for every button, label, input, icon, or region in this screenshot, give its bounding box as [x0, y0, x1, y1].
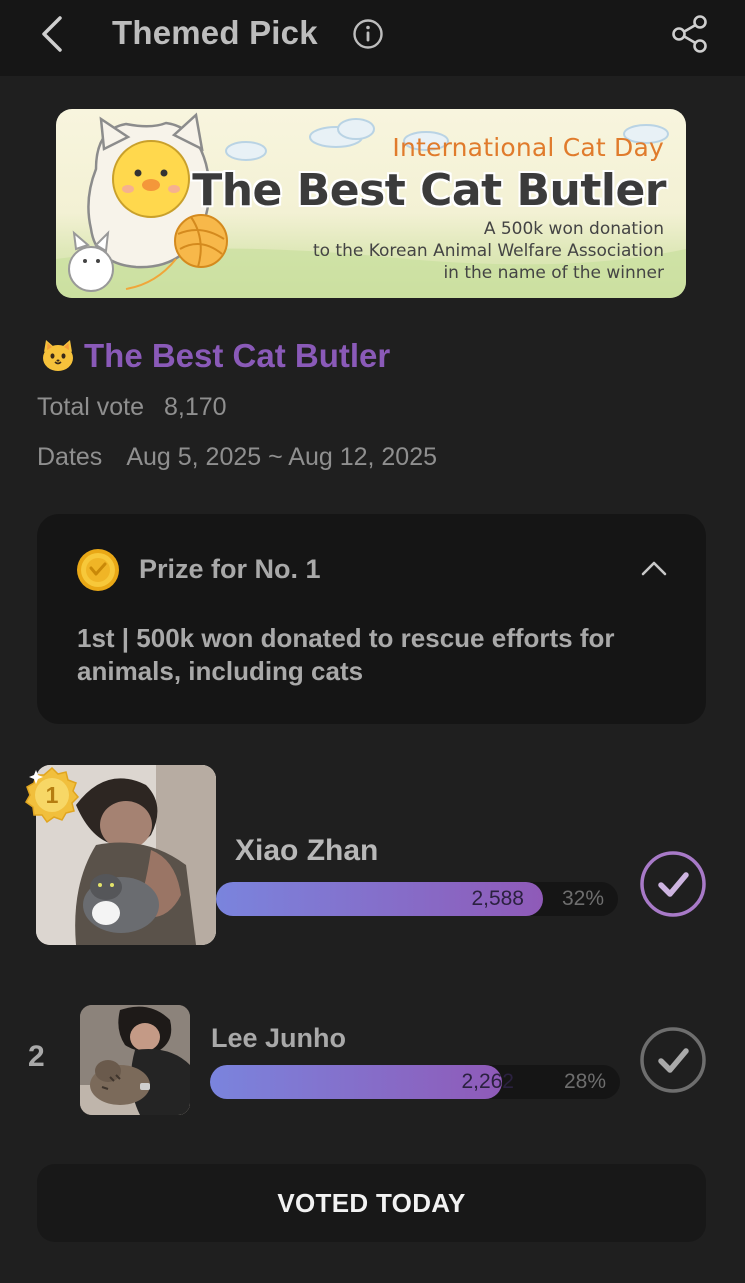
event-banner: International Cat Day The Best Cat Butle… [56, 109, 686, 298]
vote-check-icon[interactable] [639, 1026, 707, 1094]
total-vote-value: 8,170 [164, 393, 227, 421]
cat-face-icon [43, 340, 73, 371]
share-icon[interactable] [670, 14, 710, 54]
total-vote-row: Total vote 8,170 [37, 393, 227, 422]
banner-line-1: A 500k won donation [483, 219, 664, 239]
candidate-name: Xiao Zhan [235, 834, 379, 867]
prize-title: Prize for No. 1 [139, 554, 321, 584]
gold-medal-icon: 1 [25, 766, 80, 824]
banner-title: The Best Cat Butler [192, 165, 666, 216]
vote-percent: 28% [563, 1070, 606, 1093]
candidate-name: Lee Junho [211, 1023, 347, 1053]
vote-bar-track: 2,588 32% [216, 882, 618, 916]
banner-line-3: in the name of the winner [443, 263, 664, 283]
prize-description: 1st | 500k won donated to rescue efforts… [77, 623, 615, 686]
chevron-up-icon[interactable] [639, 558, 669, 578]
top-bar: Themed Pick [0, 0, 745, 76]
vote-check-icon[interactable] [639, 850, 707, 918]
voted-today-label: VOTED TODAY [277, 1188, 466, 1218]
info-icon[interactable] [352, 18, 384, 50]
vote-bar-fill [210, 1065, 502, 1099]
chevron-left-icon[interactable] [36, 12, 72, 56]
dates-value: Aug 5, 2025 ~ Aug 12, 2025 [126, 443, 438, 471]
event-heading: The Best Cat Butler [40, 334, 390, 378]
svg-text:1: 1 [46, 782, 59, 808]
candidate-photo-image [80, 1005, 190, 1115]
prize-card: Prize for No. 1 1st | 500k won donated t… [37, 514, 706, 724]
dates-label: Dates [37, 443, 103, 471]
vote-bar-track: 2,262 28% [210, 1065, 620, 1099]
candidate-photo-lee-junho[interactable] [80, 1005, 190, 1115]
vote-percent: 32% [561, 887, 604, 910]
voted-today-button[interactable]: VOTED TODAY [37, 1164, 706, 1242]
total-vote-label: Total vote [37, 393, 145, 421]
banner-subtitle: International Cat Day [392, 133, 664, 162]
banner-line-2: to the Korean Animal Welfare Association [312, 241, 664, 261]
page-title: Themed Pick [112, 14, 318, 51]
event-title: The Best Cat Butler [84, 337, 391, 374]
vote-count: 2,588 [471, 887, 524, 910]
vote-count: 2,262 [461, 1070, 514, 1093]
coin-icon [77, 549, 119, 591]
candidate-rank: 2 [28, 1040, 45, 1073]
dates-row: Dates Aug 5, 2025 ~ Aug 12, 2025 [37, 443, 437, 472]
